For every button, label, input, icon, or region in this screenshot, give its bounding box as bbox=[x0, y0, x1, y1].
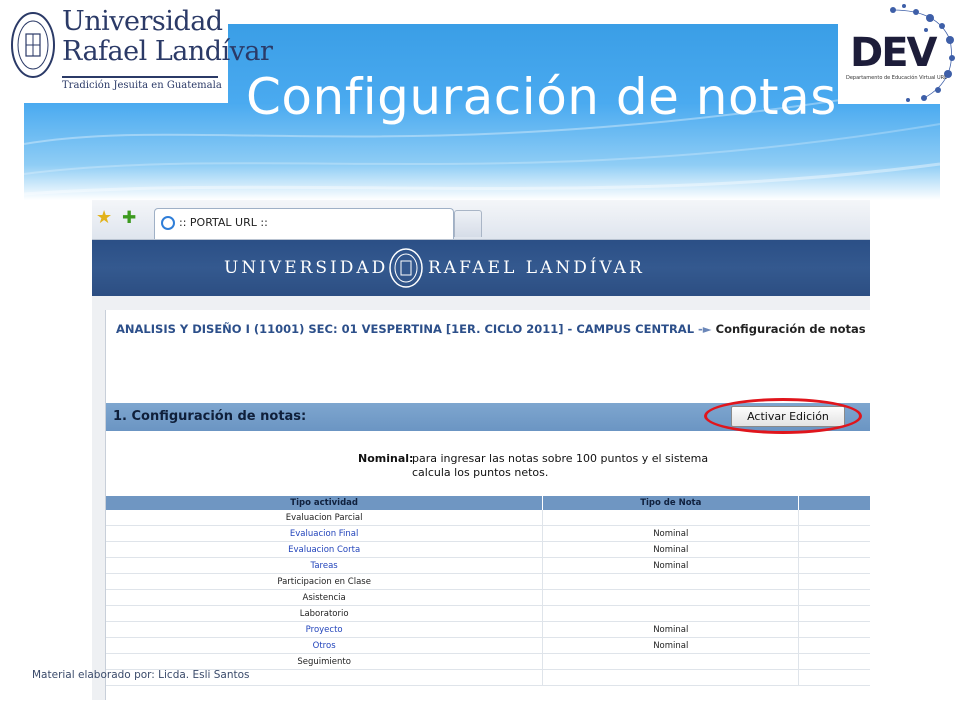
extra-cell bbox=[798, 589, 870, 606]
activity-cell[interactable]: Tareas bbox=[106, 557, 544, 574]
column-header-note-type: Tipo de Nota bbox=[542, 496, 800, 510]
banner-seal-icon bbox=[389, 248, 423, 288]
extra-cell bbox=[798, 510, 870, 526]
favorites-star-icon[interactable]: ★ bbox=[96, 209, 112, 227]
table-row: Otros Nominal bbox=[106, 637, 870, 654]
note-type-cell bbox=[542, 669, 800, 686]
nominal-label: Nominal: bbox=[358, 452, 414, 465]
page-content: ANALISIS Y DISEÑO I (11001) SEC: 01 VESP… bbox=[92, 296, 870, 700]
university-logo: Universidad Rafael Landívar Tradición Je… bbox=[0, 0, 273, 103]
activity-cell: Seguimiento bbox=[106, 653, 544, 670]
note-type-cell bbox=[542, 605, 800, 622]
logo-divider bbox=[62, 76, 218, 78]
activity-cell: Laboratorio bbox=[106, 605, 544, 622]
ie-icon bbox=[161, 216, 175, 230]
activity-cell: Participacion en Clase bbox=[106, 573, 544, 590]
dev-logo-subtitle: Departamento de Educación Virtual URL bbox=[846, 75, 947, 81]
browser-tab-title: :: PORTAL URL :: bbox=[179, 216, 268, 229]
browser-tab[interactable]: :: PORTAL URL :: bbox=[154, 208, 454, 239]
table-row: Tareas Nominal bbox=[106, 557, 870, 574]
note-type-cell bbox=[542, 589, 800, 606]
breadcrumb-separator: -► bbox=[694, 322, 716, 336]
table-row: Evaluacion Final Nominal bbox=[106, 525, 870, 542]
new-tab-button[interactable] bbox=[454, 210, 482, 237]
extra-cell bbox=[798, 637, 870, 654]
activity-cell: Evaluacion Parcial bbox=[106, 510, 544, 526]
extra-cell bbox=[798, 541, 870, 558]
activity-cell: Asistencia bbox=[106, 589, 544, 606]
activity-cell[interactable]: Evaluacion Corta bbox=[106, 541, 544, 558]
add-favorite-icon[interactable]: ✚ bbox=[122, 209, 136, 227]
note-type-cell bbox=[542, 573, 800, 590]
note-type-cell bbox=[542, 653, 800, 670]
dev-logo-text: DEV bbox=[850, 30, 937, 76]
breadcrumb-course-link[interactable]: ANALISIS Y DISEÑO I (11001) SEC: 01 VESP… bbox=[116, 322, 694, 336]
note-type-cell: Nominal bbox=[542, 557, 800, 574]
table-row: Seguimiento bbox=[106, 653, 870, 670]
extra-cell bbox=[798, 525, 870, 542]
note-type-cell: Nominal bbox=[542, 525, 800, 542]
note-type-cell: Nominal bbox=[542, 541, 800, 558]
extra-cell bbox=[798, 557, 870, 574]
table-header-row: Tipo actividad Tipo de Nota bbox=[106, 496, 870, 510]
activity-cell[interactable]: Otros bbox=[106, 637, 544, 654]
content-panel: ANALISIS Y DISEÑO I (11001) SEC: 01 VESP… bbox=[105, 310, 870, 700]
university-name-line2: Rafael Landívar bbox=[62, 36, 273, 67]
university-seal-icon bbox=[11, 12, 55, 78]
section-header: 1. Configuración de notas: Activar Edici… bbox=[106, 403, 870, 431]
university-tagline: Tradición Jesuita en Guatemala bbox=[62, 80, 222, 91]
activity-cell[interactable]: Proyecto bbox=[106, 621, 544, 638]
extra-cell bbox=[798, 669, 870, 686]
slide-title: Configuración de notas bbox=[246, 68, 837, 126]
browser-window: ★ ✚ :: PORTAL URL :: UNIVERSIDAD RAFAEL … bbox=[92, 200, 870, 700]
banner-text-universidad: UNIVERSIDAD bbox=[224, 258, 389, 278]
banner-text-rafael-landivar: RAFAEL LANDÍVAR bbox=[428, 258, 645, 278]
table-row: Participacion en Clase bbox=[106, 573, 870, 590]
portal-banner: UNIVERSIDAD RAFAEL LANDÍVAR bbox=[92, 240, 870, 296]
table-row: Evaluacion Corta Nominal bbox=[106, 541, 870, 558]
note-type-cell: Nominal bbox=[542, 637, 800, 654]
section-title: 1. Configuración de notas: bbox=[113, 409, 307, 424]
activities-table: Tipo actividad Tipo de Nota Evaluacion P… bbox=[106, 496, 870, 686]
slide-footer: Material elaborado por: Licda. Esli Sant… bbox=[32, 669, 250, 681]
table-row: Proyecto Nominal bbox=[106, 621, 870, 638]
dev-logo: DEV Departamento de Educación Virtual UR… bbox=[838, 0, 960, 104]
activity-cell[interactable]: Evaluacion Final bbox=[106, 525, 544, 542]
breadcrumb-current-page: Configuración de notas bbox=[715, 322, 866, 336]
table-row: Laboratorio bbox=[106, 605, 870, 622]
extra-cell bbox=[798, 573, 870, 590]
extra-cell bbox=[798, 605, 870, 622]
note-type-cell bbox=[542, 510, 800, 526]
table-row: Asistencia bbox=[106, 589, 870, 606]
university-name-line1: Universidad bbox=[62, 6, 223, 37]
column-header-activity: Tipo actividad bbox=[106, 496, 544, 510]
browser-tab-bar: ★ ✚ :: PORTAL URL :: bbox=[92, 200, 870, 240]
column-header-extra bbox=[798, 496, 870, 510]
table-row: Evaluacion Parcial bbox=[106, 510, 870, 526]
extra-cell bbox=[798, 653, 870, 670]
nominal-description: para ingresar las notas sobre 100 puntos… bbox=[412, 452, 709, 479]
activate-edit-button[interactable]: Activar Edición bbox=[731, 406, 845, 427]
breadcrumb: ANALISIS Y DISEÑO I (11001) SEC: 01 VESP… bbox=[116, 322, 866, 336]
extra-cell bbox=[798, 621, 870, 638]
note-type-cell: Nominal bbox=[542, 621, 800, 638]
